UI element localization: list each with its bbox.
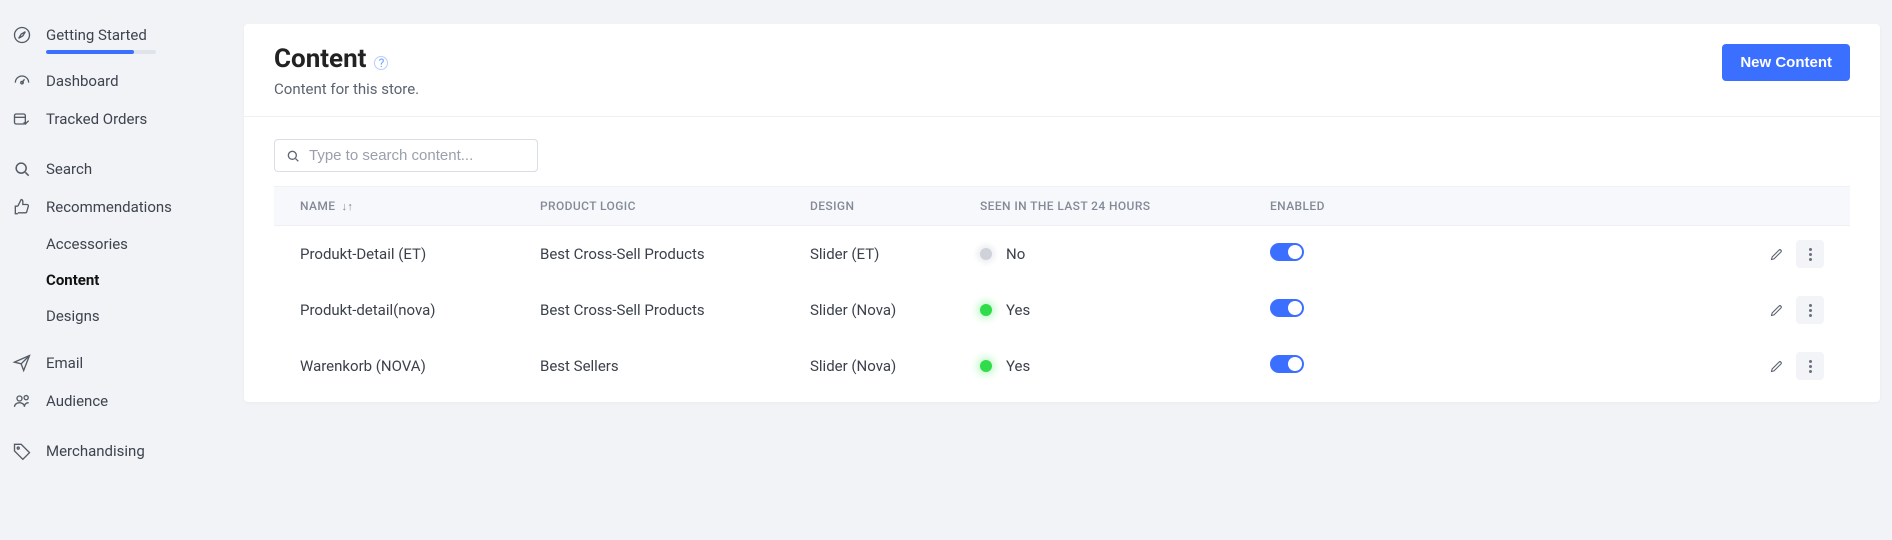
help-icon[interactable]: ? [374,56,388,70]
cell-name: Produkt-detail(nova) [300,301,540,319]
new-content-button[interactable]: New Content [1722,44,1850,81]
cell-design: Slider (ET) [810,245,980,263]
pencil-icon [1769,247,1784,262]
column-header-enabled[interactable]: ENABLED [1270,199,1450,213]
sidebar-item-dashboard[interactable]: Dashboard [0,62,232,100]
column-header-seen[interactable]: SEEN IN THE LAST 24 HOURS [980,199,1270,213]
cell-seen: No [980,245,1270,263]
search-icon [285,148,301,164]
sidebar-item-label: Audience [46,392,108,410]
sidebar-item-recommendations[interactable]: Recommendations [0,188,232,226]
cell-logic: Best Cross-Sell Products [540,245,810,263]
kebab-icon [1809,247,1812,262]
sidebar-item-content[interactable]: Content [0,262,232,298]
content-table: NAME ↓↑ PRODUCT LOGIC DESIGN SEEN IN THE… [274,186,1850,394]
tag-icon [10,441,46,461]
search-input[interactable] [309,147,527,164]
gauge-icon [10,71,46,91]
page-title: Content [274,44,366,74]
table-row[interactable]: Produkt-Detail (ET)Best Cross-Sell Produ… [274,226,1850,282]
cell-enabled [1270,299,1450,321]
column-header-design[interactable]: DESIGN [810,199,980,213]
sidebar-item-label: Getting Started [46,26,147,44]
sidebar-item-accessories[interactable]: Accessories [0,226,232,262]
edit-button[interactable] [1762,296,1790,324]
cell-seen: Yes [980,357,1270,375]
compass-icon [10,25,46,45]
sidebar-item-label: Accessories [46,235,128,253]
thumbs-up-icon [10,197,46,217]
enabled-toggle[interactable] [1270,355,1304,373]
enabled-toggle[interactable] [1270,299,1304,317]
cell-name: Produkt-Detail (ET) [300,245,540,263]
table-row[interactable]: Warenkorb (NOVA)Best SellersSlider (Nova… [274,338,1850,394]
cell-logic: Best Sellers [540,357,810,375]
edit-button[interactable] [1762,352,1790,380]
send-icon [10,353,46,373]
search-field[interactable] [274,139,538,172]
sidebar-item-getting-started[interactable]: Getting Started [0,16,232,54]
sidebar-item-label: Search [46,160,92,178]
getting-started-progress [0,50,232,54]
seen-label: Yes [1006,301,1030,319]
cell-logic: Best Cross-Sell Products [540,301,810,319]
sidebar-item-audience[interactable]: Audience [0,382,232,420]
cell-design: Slider (Nova) [810,301,980,319]
search-icon [10,159,46,179]
sidebar-item-email[interactable]: Email [0,344,232,382]
sidebar-item-search[interactable]: Search [0,150,232,188]
sidebar-item-merchandising[interactable]: Merchandising [0,432,232,470]
cell-design: Slider (Nova) [810,357,980,375]
sidebar-item-label: Merchandising [46,442,145,460]
sidebar-item-label: Content [46,271,99,289]
sidebar-item-label: Tracked Orders [46,110,147,128]
enabled-toggle[interactable] [1270,243,1304,261]
column-header-name[interactable]: NAME ↓↑ [300,199,540,213]
pencil-icon [1769,359,1784,374]
kebab-icon [1809,303,1812,318]
users-icon [10,391,46,411]
sort-icon: ↓↑ [341,200,353,213]
cell-seen: Yes [980,301,1270,319]
content-card: Content ? Content for this store. New Co… [244,24,1880,402]
cell-enabled [1270,355,1450,377]
sidebar-item-label: Email [46,354,83,372]
more-button[interactable] [1796,352,1824,380]
sidebar-item-designs[interactable]: Designs [0,298,232,334]
cell-name: Warenkorb (NOVA) [300,357,540,375]
sidebar-item-label: Recommendations [46,198,172,216]
status-dot-icon [980,360,992,372]
sidebar-item-label: Dashboard [46,72,119,90]
table-row[interactable]: Produkt-detail(nova)Best Cross-Sell Prod… [274,282,1850,338]
cell-enabled [1270,243,1450,265]
sidebar-item-label: Designs [46,307,100,325]
sidebar-item-tracked-orders[interactable]: Tracked Orders [0,100,232,138]
seen-label: Yes [1006,357,1030,375]
seen-label: No [1006,245,1025,263]
status-dot-icon [980,304,992,316]
package-check-icon [10,109,46,129]
page-subtitle: Content for this store. [274,80,419,98]
sidebar: Getting Started Dashboard Tracked Orders… [0,0,232,540]
more-button[interactable] [1796,240,1824,268]
kebab-icon [1809,359,1812,374]
status-dot-icon [980,248,992,260]
edit-button[interactable] [1762,240,1790,268]
more-button[interactable] [1796,296,1824,324]
column-header-logic[interactable]: PRODUCT LOGIC [540,199,810,213]
pencil-icon [1769,303,1784,318]
